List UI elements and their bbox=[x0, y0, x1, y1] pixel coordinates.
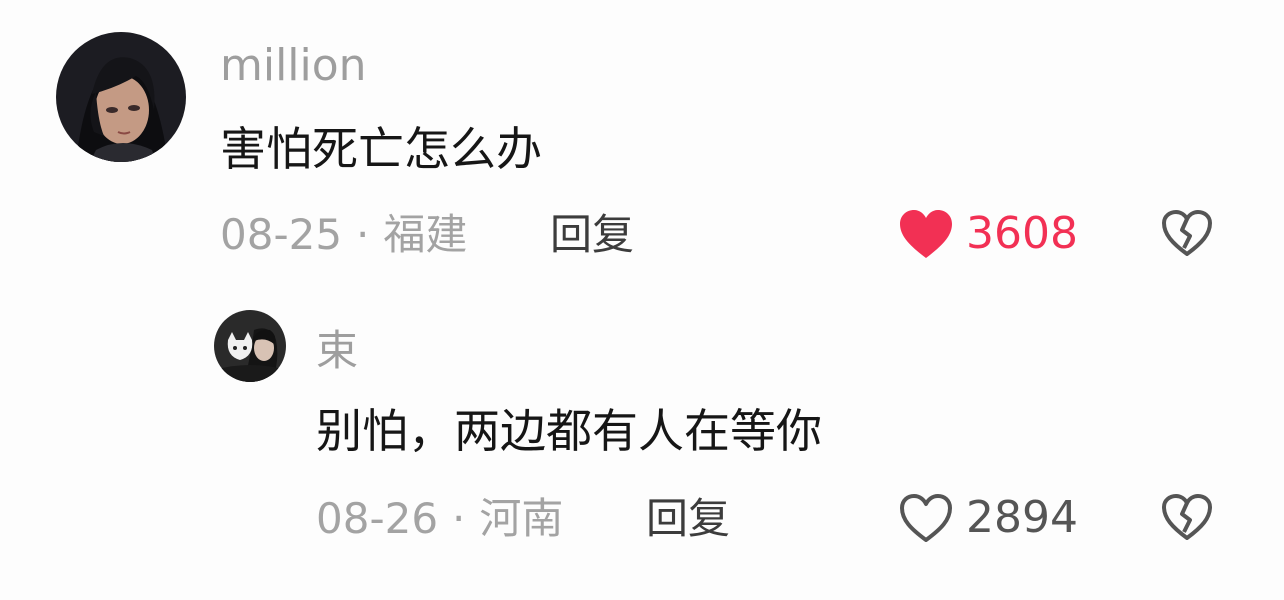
comment-text: 别怕，两边都有人在等你 bbox=[316, 404, 822, 458]
comment-date: 08-25 bbox=[220, 210, 343, 259]
anime-portrait-icon bbox=[56, 32, 186, 162]
meta-separator: · bbox=[452, 494, 466, 543]
comment-location: 河南 bbox=[479, 494, 564, 543]
broken-heart-icon bbox=[1162, 494, 1212, 540]
reply-button[interactable]: 回复 bbox=[550, 214, 634, 256]
comment-text: 害怕死亡怎么办 bbox=[220, 122, 542, 176]
reply-button[interactable]: 回复 bbox=[646, 498, 730, 540]
dislike-button[interactable] bbox=[1160, 208, 1214, 258]
like-button[interactable]: 2894 bbox=[898, 490, 1078, 546]
heart-outline-icon bbox=[900, 494, 952, 542]
like-count: 3608 bbox=[966, 208, 1078, 259]
comment-date: 08-26 bbox=[316, 494, 439, 543]
like-count: 2894 bbox=[966, 492, 1078, 543]
comment-meta: 08-25 · 福建 bbox=[220, 214, 467, 256]
comment-username[interactable]: million bbox=[220, 44, 367, 88]
user-avatar[interactable] bbox=[56, 32, 186, 162]
broken-heart-icon bbox=[1162, 210, 1212, 256]
comment-location: 福建 bbox=[383, 210, 468, 259]
person-with-cat-icon bbox=[214, 310, 286, 382]
like-button[interactable]: 3608 bbox=[898, 206, 1078, 262]
comment-meta: 08-26 · 河南 bbox=[316, 498, 563, 540]
meta-separator: · bbox=[356, 210, 370, 259]
comment-username[interactable]: 束 bbox=[316, 330, 358, 372]
dislike-button[interactable] bbox=[1160, 492, 1214, 542]
comment-section: million 害怕死亡怎么办 08-25 · 福建 回复 3608 束 别怕，… bbox=[0, 0, 1284, 600]
user-avatar[interactable] bbox=[214, 310, 286, 382]
heart-filled-icon bbox=[900, 210, 952, 258]
